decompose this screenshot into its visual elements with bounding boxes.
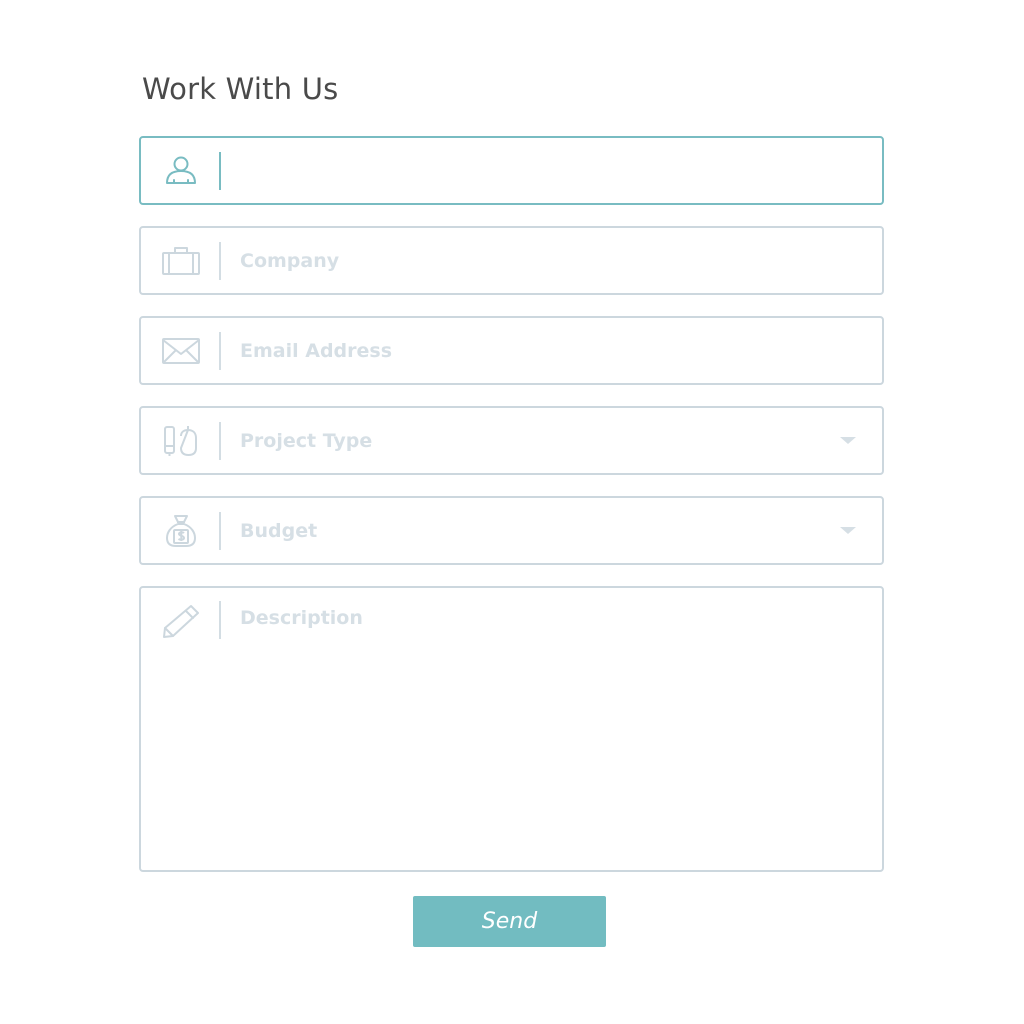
briefcase-icon [143,241,219,281]
description-field[interactable] [139,586,884,872]
field-divider [219,331,221,370]
description-input[interactable] [240,601,866,857]
project-type-label: Project Type [240,429,373,452]
field-divider [219,241,221,280]
chevron-down-icon [840,527,856,534]
chevron-down-icon [840,437,856,444]
money-bag-icon [143,511,219,551]
pencil-icon [143,601,219,641]
email-input[interactable] [240,330,866,371]
description-wrapper [221,601,882,857]
company-input[interactable] [240,240,866,281]
email-field[interactable] [139,316,884,385]
send-button[interactable]: Send [413,896,606,947]
project-type-select[interactable]: Project Type [139,406,884,475]
form-title: Work With Us [142,72,339,106]
field-divider [219,421,221,460]
user-icon [143,151,219,191]
envelope-icon [143,331,219,371]
paint-tools-icon [143,421,219,461]
field-divider [219,151,221,190]
budget-select[interactable]: Budget [139,496,884,565]
field-divider [219,511,221,550]
budget-label: Budget [240,519,318,542]
name-input[interactable] [240,150,866,191]
work-with-us-form: Work With Us Company Email Address Proje… [139,60,884,872]
company-field[interactable] [139,226,884,295]
name-field[interactable] [139,136,884,205]
